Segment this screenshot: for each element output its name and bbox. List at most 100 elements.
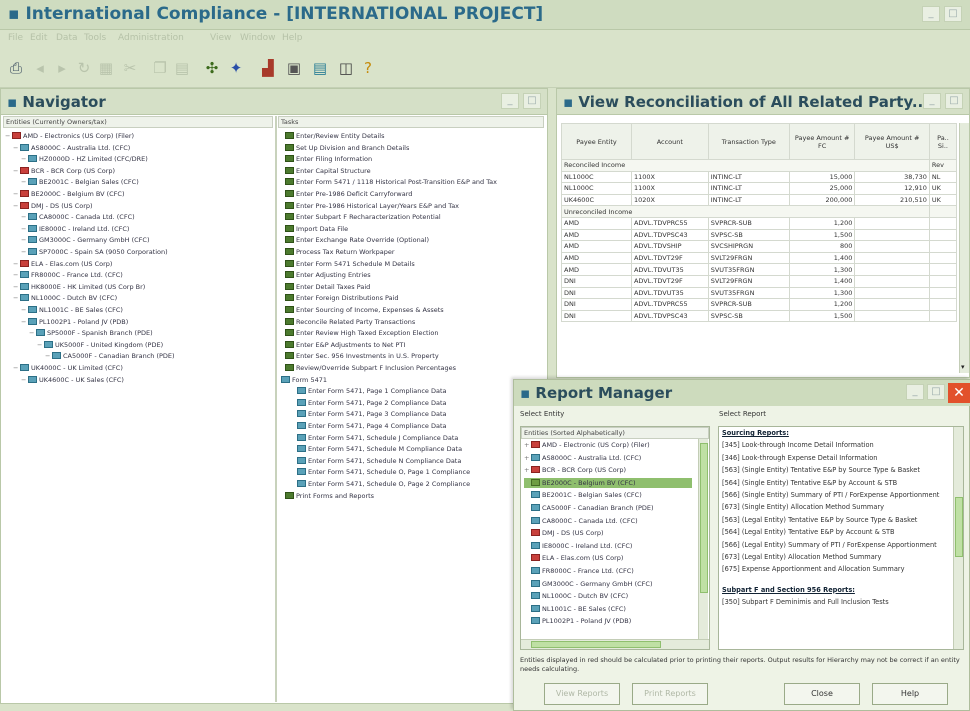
task-item[interactable]: Enter Pre-1986 Deficit Carryforward (285, 189, 412, 199)
expander-icon[interactable]: − (13, 259, 20, 269)
report-item[interactable]: [564] (Single Entity) Tentative E&P by A… (722, 479, 897, 488)
expander-icon[interactable]: + (524, 440, 531, 450)
tree-item[interactable]: − FR8000C - France Ltd. (CFC) (13, 270, 123, 280)
expander-icon[interactable]: − (21, 212, 28, 222)
table-row[interactable]: AMD ADVL.TDVPRC55 SVPRCR-SUB 1,200 (561, 216, 958, 230)
expander-icon[interactable]: − (13, 166, 20, 176)
minimize-button[interactable]: _ (922, 6, 940, 22)
menu-tools[interactable]: Tools (84, 33, 106, 43)
print-reports-button[interactable]: Print Reports (632, 683, 708, 705)
expander-icon[interactable]: + (524, 465, 531, 475)
task-item[interactable]: Set Up Division and Branch Details (285, 143, 409, 153)
table-row[interactable]: AMD ADVL.TDVSHIP SVCSHIPRGN 800 (561, 240, 958, 253)
menu-file[interactable]: File (8, 33, 23, 43)
expander-icon[interactable]: − (13, 201, 20, 211)
task-item[interactable]: Enter Capital Structure (285, 166, 371, 176)
scroll-thumb[interactable] (700, 443, 708, 593)
list-item[interactable]: + AMD - Electronic (US Corp) (Filer) (524, 440, 650, 450)
expander-icon[interactable]: − (21, 177, 28, 187)
task-item[interactable]: Enter Sourcing of Income, Expenses & Ass… (285, 305, 444, 315)
list-item[interactable]: BE2000C - Belgium BV (CFC) (524, 477, 692, 488)
list-item[interactable]: + AS8000C - Australia Ltd. (CFC) (524, 453, 641, 463)
task-item[interactable]: Enter Exchange Rate Override (Optional) (285, 235, 429, 245)
expander-icon[interactable]: − (21, 235, 28, 245)
tree-item[interactable]: − BCR - BCR Corp (US Corp) (13, 166, 115, 176)
print-icon[interactable]: ⎙ (6, 58, 26, 78)
expander-icon[interactable]: − (21, 154, 28, 164)
menu-help[interactable]: Help (282, 33, 303, 43)
tree-item[interactable]: − IE8000C - Ireland Ltd. (CFC) (21, 224, 129, 234)
table-row[interactable]: NL1000C 1100X INTINC-LT 25,000 12,910 UK (561, 182, 958, 195)
tree-item[interactable]: − NL1000C - Dutch BV (CFC) (13, 293, 117, 303)
nav-forward-icon[interactable]: ▸ (52, 58, 72, 78)
tree-item[interactable]: − SP7000C - Spain SA (9050 Corporation) (21, 247, 168, 257)
report-item[interactable]: [346] Look-through Expense Detail Inform… (722, 454, 877, 463)
expander-icon[interactable]: − (21, 305, 28, 315)
tree-item[interactable]: − CA8000C - Canada Ltd. (CFC) (21, 212, 135, 222)
expander-icon[interactable]: − (21, 224, 28, 234)
task-item[interactable]: Enter Form 5471, Page 1 Compliance Data (297, 386, 446, 396)
tree-item[interactable]: − DMJ - DS (US Corp) (13, 201, 93, 211)
help-pointer-icon[interactable]: ? (358, 58, 378, 78)
expander-icon[interactable]: − (45, 351, 52, 361)
splitter[interactable] (275, 116, 277, 702)
task-item[interactable]: Enter Form 5471, Schedule O, Page 1 Comp… (297, 467, 470, 477)
expander-icon[interactable]: + (524, 453, 531, 463)
navigator-maximize-button[interactable]: □ (523, 93, 541, 109)
task-item[interactable]: Enter Pre-1986 Historical Layer/Years E&… (285, 201, 459, 211)
book-icon[interactable]: ◫ (336, 58, 356, 78)
navigator-minimize-button[interactable]: _ (501, 93, 519, 109)
menu-edit[interactable]: Edit (30, 33, 47, 43)
chart-icon[interactable]: ▟ (258, 58, 278, 78)
tree-item[interactable]: − BE2001C - Belgian Sales (CFC) (21, 177, 139, 187)
col-payee-entity[interactable]: Payee Entity (561, 123, 632, 160)
tree-item[interactable]: − UK4600C - UK Sales (CFC) (21, 375, 124, 385)
expander-icon[interactable]: − (21, 375, 28, 385)
report-item[interactable]: [345] Look-through Income Detail Informa… (722, 441, 874, 450)
task-item[interactable]: Enter Foreign Distributions Paid (285, 293, 399, 303)
paste-icon[interactable]: ▤ (172, 58, 192, 78)
report-item[interactable]: [563] (Legal Entity) Tentative E&P by So… (722, 516, 917, 525)
expander-icon[interactable]: − (13, 363, 20, 373)
report-item[interactable]: [563] (Single Entity) Tentative E&P by S… (722, 466, 920, 475)
reconciliation-maximize-button[interactable]: □ (945, 93, 963, 109)
report-list-scrollbar[interactable] (953, 427, 963, 649)
report-item[interactable]: [673] (Legal Entity) Allocation Method S… (722, 553, 881, 562)
grid-icon[interactable]: ▦ (96, 58, 116, 78)
expander-icon[interactable]: − (21, 317, 28, 327)
nav-back-icon[interactable]: ◂ (30, 58, 50, 78)
list-item[interactable]: NL1000C - Dutch BV (CFC) (524, 591, 628, 601)
task-item[interactable]: Enter E&P Adjustments to Net PTI (285, 340, 405, 350)
report-item[interactable]: [564] (Legal Entity) Tentative E&P by Ac… (722, 528, 895, 537)
tasks-column-header[interactable]: Tasks (278, 116, 544, 128)
table-row[interactable]: DNI ADVL.TDVPSC43 SVPSC-SB 1,500 (561, 309, 958, 323)
table-row[interactable]: DNI ADVL.TDVT29F SVLT29FRGN 1,400 (561, 274, 958, 288)
expander-icon[interactable]: − (13, 293, 20, 303)
col-transaction-type[interactable]: Transaction Type (707, 123, 790, 160)
task-item[interactable]: Review/Override Subpart F Inclusion Perc… (285, 363, 456, 373)
table-row[interactable]: AMD ADVL.TDVUT35 SVUT35FRGN 1,300 (561, 263, 958, 276)
expander-icon[interactable]: − (5, 131, 12, 141)
task-item[interactable]: Reconcile Related Party Transactions (285, 317, 415, 327)
menu-data[interactable]: Data (56, 33, 78, 43)
list-item[interactable]: CA5000F - Canadian Branch (PDE) (524, 503, 654, 513)
scroll-thumb[interactable] (955, 497, 963, 557)
task-item[interactable]: Enter Adjusting Entries (285, 270, 371, 280)
hscroll-thumb[interactable] (531, 641, 661, 648)
tree-item[interactable]: − UK5000F - United Kingdom (PDE) (37, 340, 163, 350)
menu-administration[interactable]: Administration (118, 33, 184, 43)
scroll-down-icon[interactable]: ▾ (961, 363, 965, 371)
task-item[interactable]: Enter Subpart F Recharacterization Poten… (285, 212, 441, 222)
task-item[interactable]: Enter Form 5471 / 1118 Historical Post-T… (285, 177, 497, 187)
col-payee-amount-usd[interactable]: Payee Amount # US$ (854, 123, 930, 160)
table-row[interactable]: DNI ADVL.TDVUT35 SVUT35FRGN 1,300 (561, 286, 958, 300)
tree-item[interactable]: − CA5000F - Canadian Branch (PDE) (45, 351, 175, 361)
table-row[interactable]: AMD ADVL.TDVT29F SVLT29FRGN 1,400 (561, 251, 958, 265)
expander-icon[interactable]: − (21, 247, 28, 257)
report-close-icon[interactable]: ✕ (948, 383, 970, 403)
report-item[interactable]: [350] Subpart F Deminimis and Full Inclu… (722, 598, 889, 607)
tree-item[interactable]: − NL1001C - BE Sales (CFC) (21, 305, 123, 315)
list-item[interactable]: DMJ - DS (US Corp) (524, 528, 604, 538)
table-row[interactable]: AMD ADVL.TDVPSC43 SVPSC-SB 1,500 (561, 228, 958, 242)
calculate-icon[interactable]: ✣ (202, 58, 222, 78)
